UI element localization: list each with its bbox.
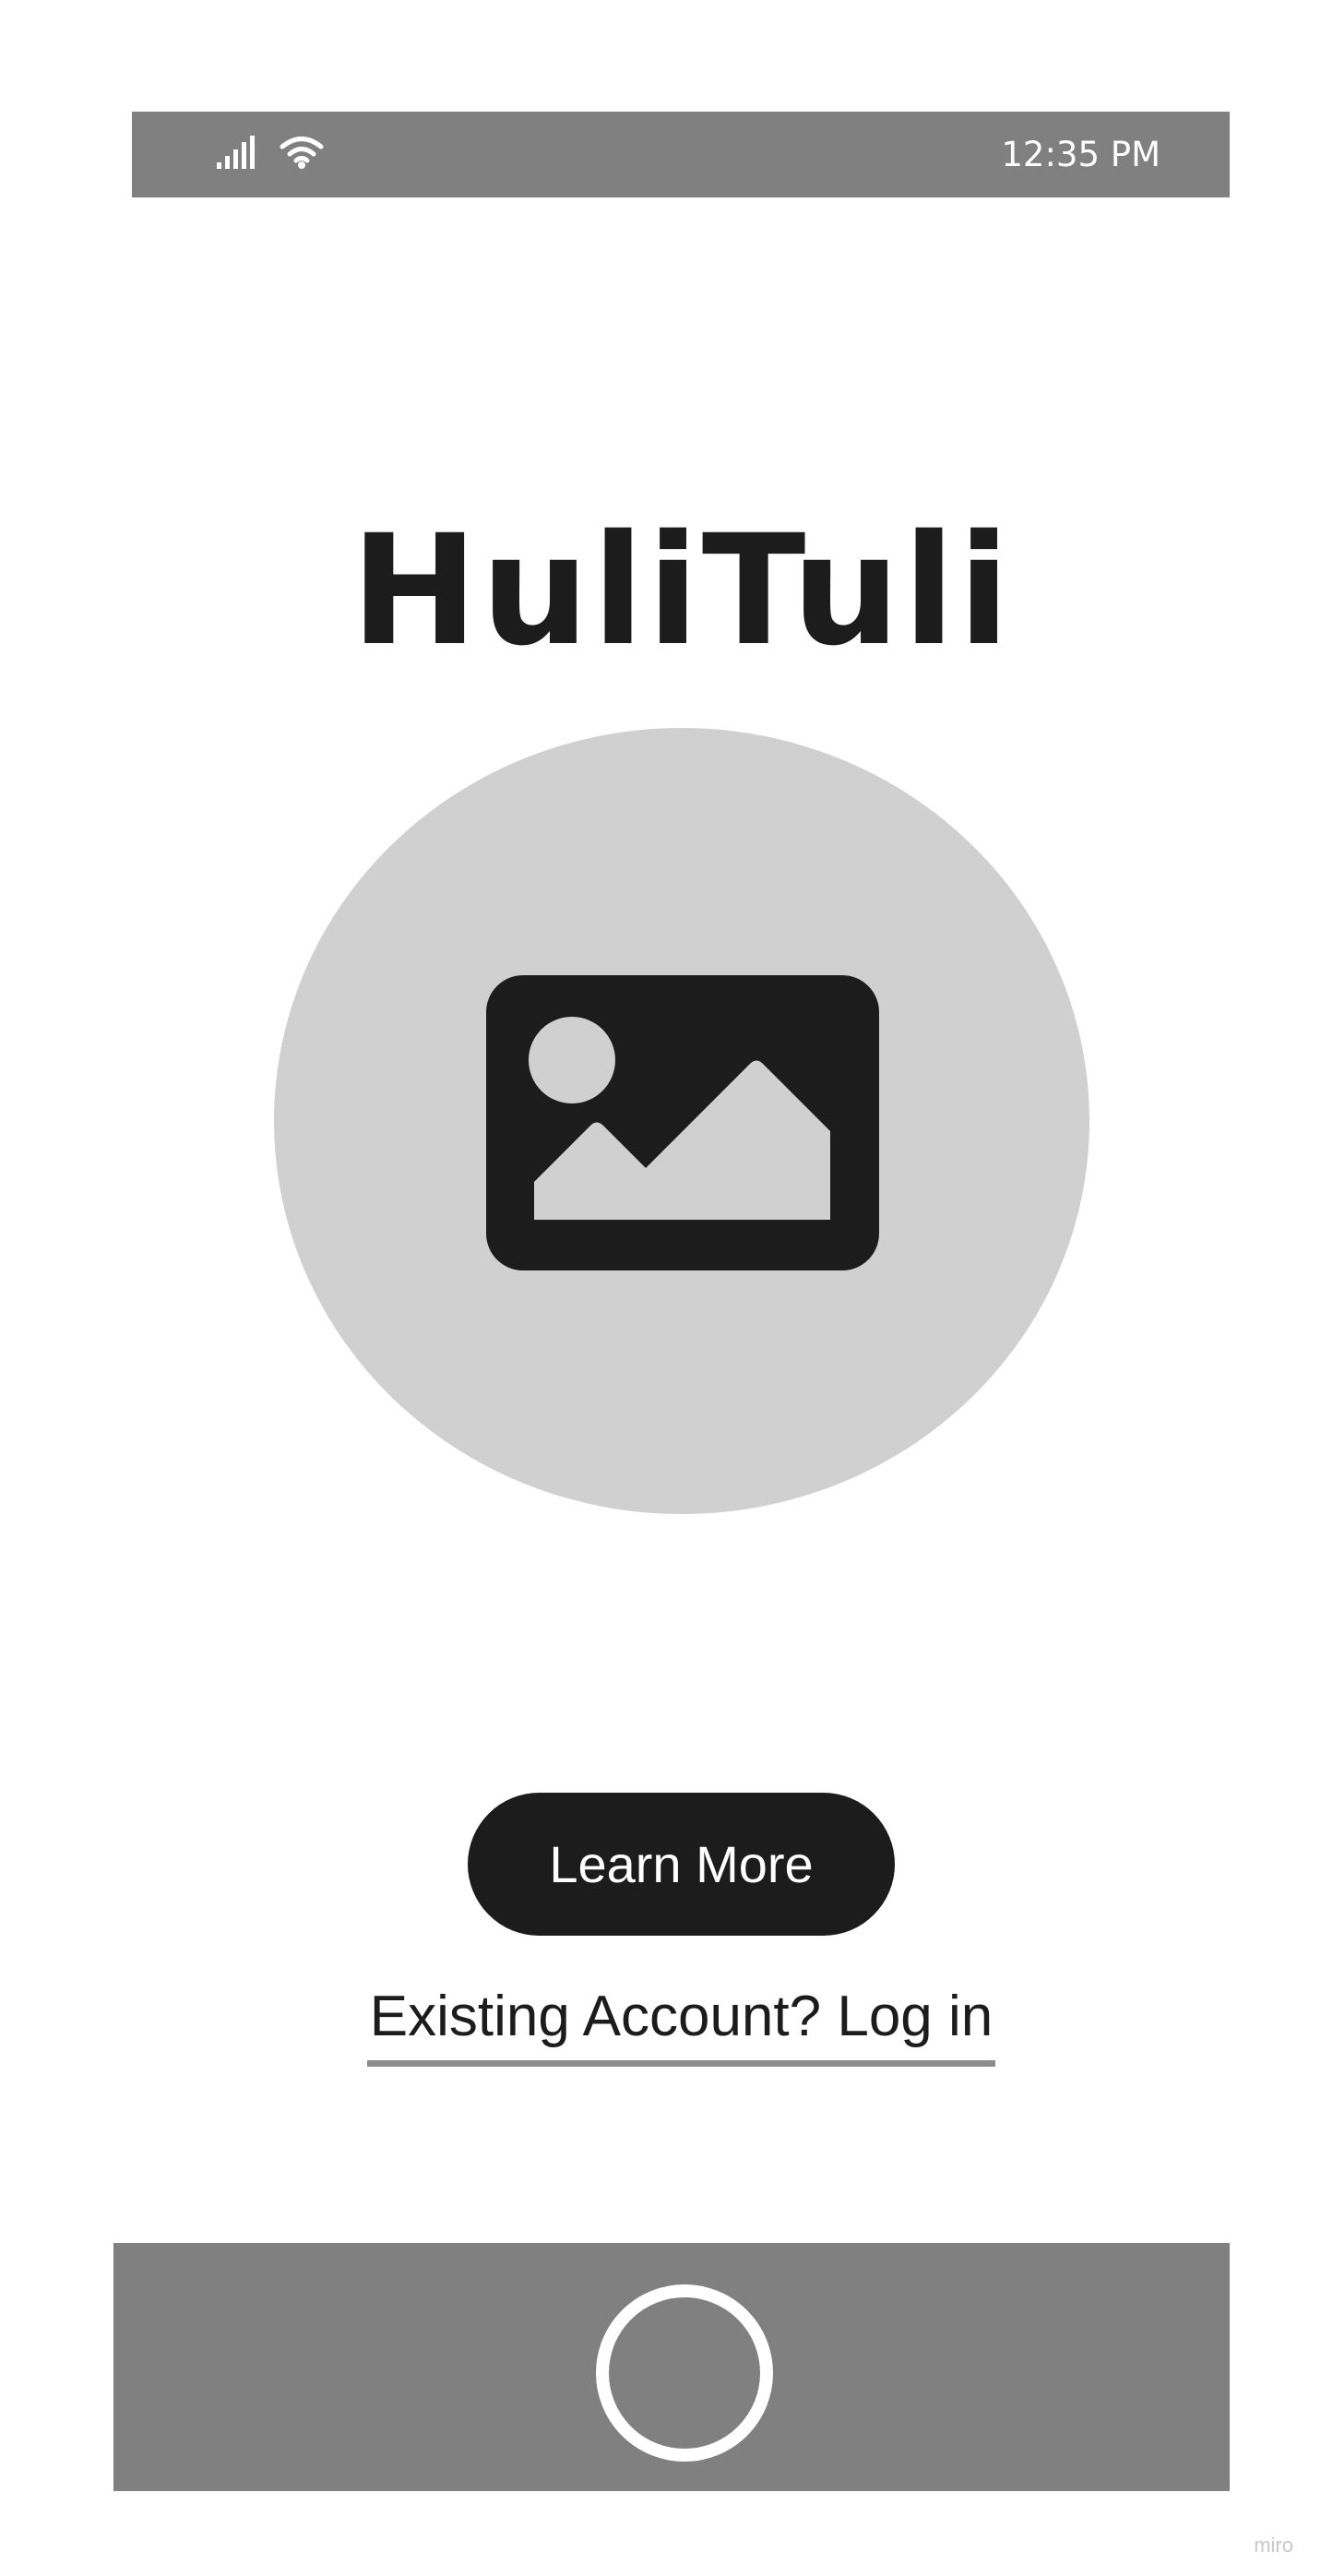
bottom-nav-bar xyxy=(113,2243,1230,2491)
signal-icon xyxy=(217,135,256,173)
app-title: HuliTuli xyxy=(351,502,1013,679)
hero-image-placeholder xyxy=(274,728,1089,1514)
login-link[interactable]: Existing Account? Log in xyxy=(367,1979,995,2067)
wifi-icon xyxy=(280,135,324,174)
home-button-icon[interactable] xyxy=(596,2284,773,2462)
miro-watermark: miro xyxy=(1254,2534,1293,2557)
learn-more-button[interactable]: Learn More xyxy=(468,1793,895,1936)
status-bar: 12:35 PM xyxy=(132,112,1230,197)
status-time: 12:35 PM xyxy=(1001,135,1160,174)
image-placeholder-icon xyxy=(486,975,879,1270)
status-icons xyxy=(217,134,324,174)
